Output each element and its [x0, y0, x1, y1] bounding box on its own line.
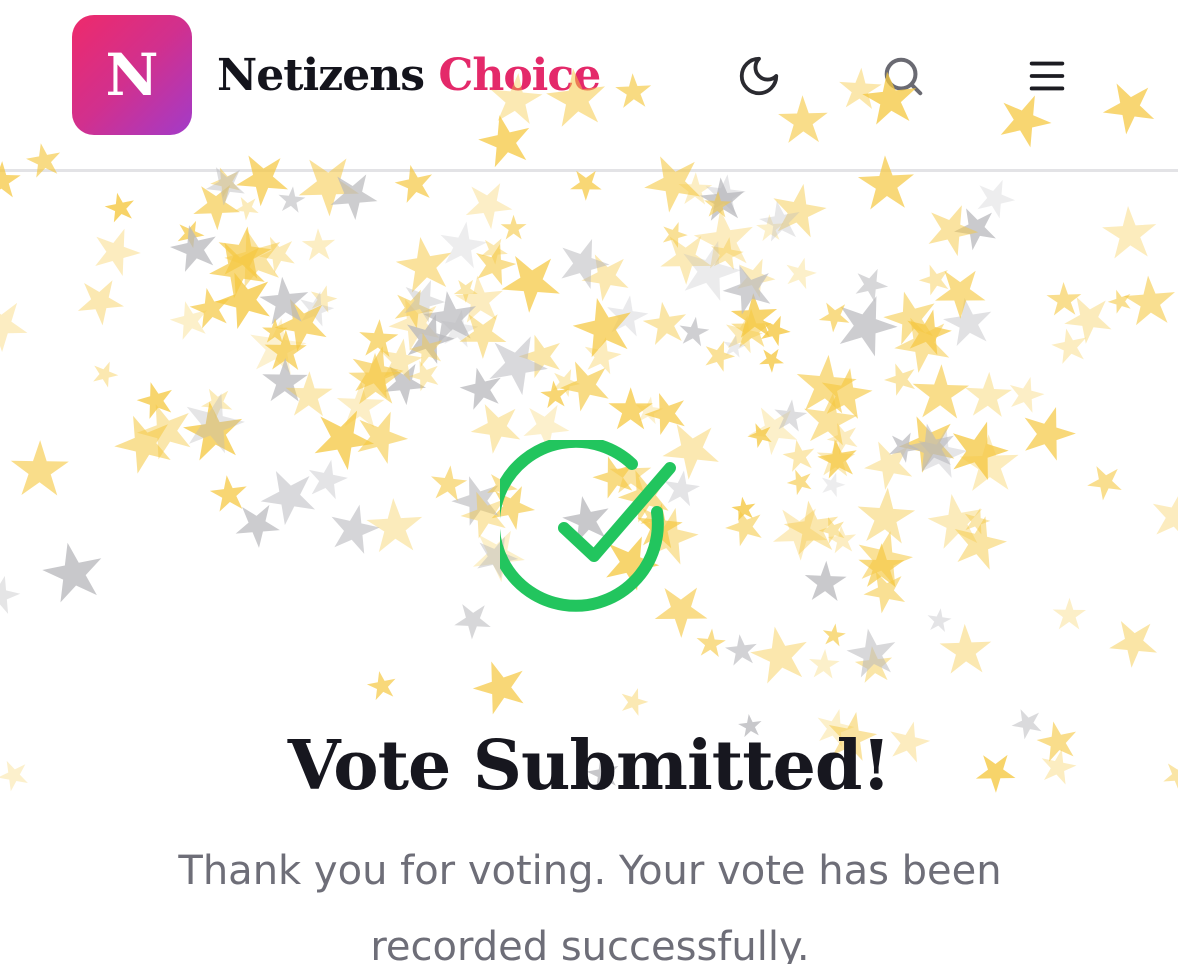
- success-message: Thank you for voting. Your vote has been…: [178, 848, 1002, 964]
- success-title: Vote Submitted!: [287, 725, 892, 806]
- vote-success-panel: Vote Submitted! Thank you for voting. Yo…: [0, 0, 1178, 964]
- success-check-icon: [500, 440, 676, 612]
- vote-success-page: N Netizens Choice Vote Submitted! Thank …: [0, 0, 1178, 964]
